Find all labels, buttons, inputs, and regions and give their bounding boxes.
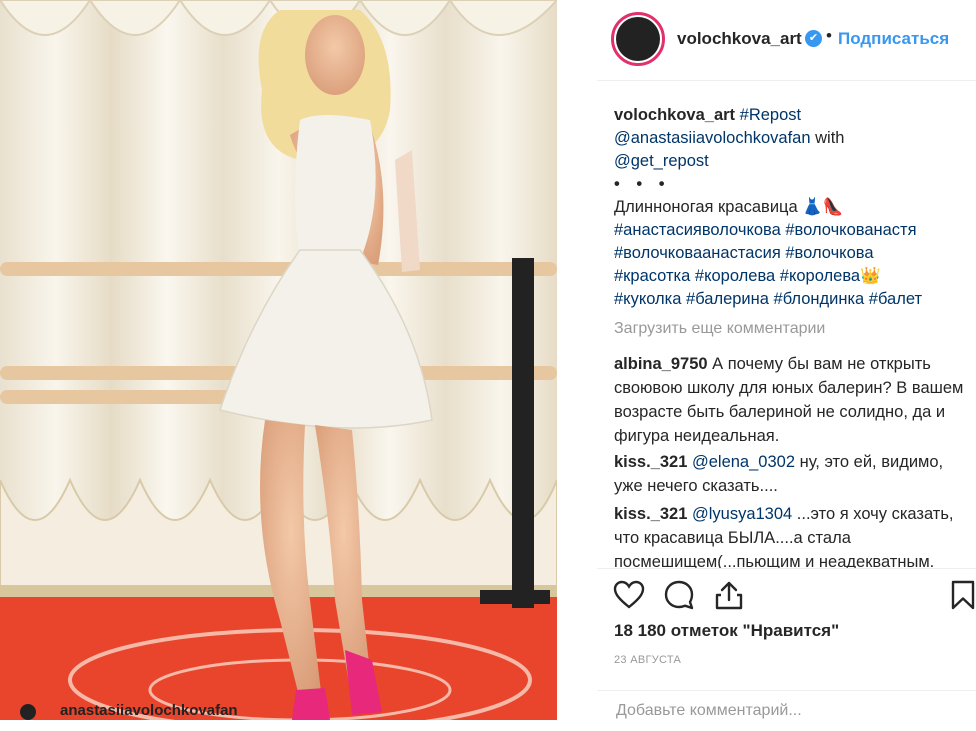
caption-hashtag-repost[interactable]: #Repost xyxy=(735,106,801,124)
caption-dots: • • • xyxy=(614,175,671,193)
post-photo[interactable]: anastasiiavolochkovafan xyxy=(0,0,557,720)
comment-input[interactable] xyxy=(614,701,948,721)
comment-mention[interactable]: @elena_0302 xyxy=(687,453,795,471)
comment-icon[interactable] xyxy=(663,579,695,611)
caption-username[interactable]: volochkova_art xyxy=(614,106,735,124)
caption-tags-2[interactable]: #волочковаанастасия #волочкова xyxy=(614,242,964,265)
caption-mention[interactable]: @anastasiiavolochkovafan xyxy=(614,129,811,147)
overlay-avatar xyxy=(20,704,36,720)
add-comment-bar xyxy=(597,690,976,731)
separator-dot: • xyxy=(826,26,832,45)
bookmark-icon[interactable] xyxy=(947,579,976,611)
post-date[interactable]: 23 августа xyxy=(614,654,681,666)
comment: albina_9750 А почему бы вам не открыть с… xyxy=(614,352,964,448)
comments-list: albina_9750 А почему бы вам не открыть с… xyxy=(597,340,976,568)
repost-overlay: anastasiiavolochkovafan xyxy=(0,702,340,720)
caption-tags-3[interactable]: #красотка #королева #королева👑 xyxy=(614,265,964,288)
caption-tags-1[interactable]: #анастасияволочкова #волочкованастя xyxy=(614,219,964,242)
comment-username[interactable]: kiss._321 xyxy=(614,453,687,471)
verified-icon: ✔ xyxy=(805,30,822,47)
caption-tags-4[interactable]: #куколка #балерина #блондинка #балет xyxy=(614,288,964,311)
load-more-comments[interactable]: Загрузить еще комментарии xyxy=(614,320,825,338)
caption-mention-get-repost[interactable]: @get_repost xyxy=(614,152,709,170)
follow-button[interactable]: Подписаться xyxy=(838,29,949,49)
overlay-username: anastasiiavolochkovafan xyxy=(60,702,238,719)
avatar[interactable] xyxy=(611,12,665,66)
caption: volochkova_art #Repost @anastasiiavoloch… xyxy=(614,104,964,311)
heart-icon[interactable] xyxy=(613,579,645,611)
post-panel: volochkova_art ✔ • Подписаться volochkov… xyxy=(597,0,976,721)
caption-text: with xyxy=(810,129,845,147)
post-header: volochkova_art ✔ • Подписаться xyxy=(597,0,976,81)
likes-count[interactable]: 18 180 отметок "Нравится" xyxy=(614,621,839,641)
comment-username[interactable]: kiss._321 xyxy=(614,505,687,523)
action-bar xyxy=(597,568,976,621)
comment-mention[interactable]: @lyusya1304 xyxy=(687,505,792,523)
comment: kiss._321 @elena_0302 ну, это ей, видимо… xyxy=(614,450,964,498)
header-username[interactable]: volochkova_art xyxy=(677,29,802,49)
share-icon[interactable] xyxy=(713,579,745,611)
caption-description: Длинноногая красавица 👗👠 xyxy=(614,198,844,216)
comment-username[interactable]: albina_9750 xyxy=(614,355,708,373)
comment: kiss._321 @lyusya1304 ...это я хочу сказ… xyxy=(614,502,964,568)
